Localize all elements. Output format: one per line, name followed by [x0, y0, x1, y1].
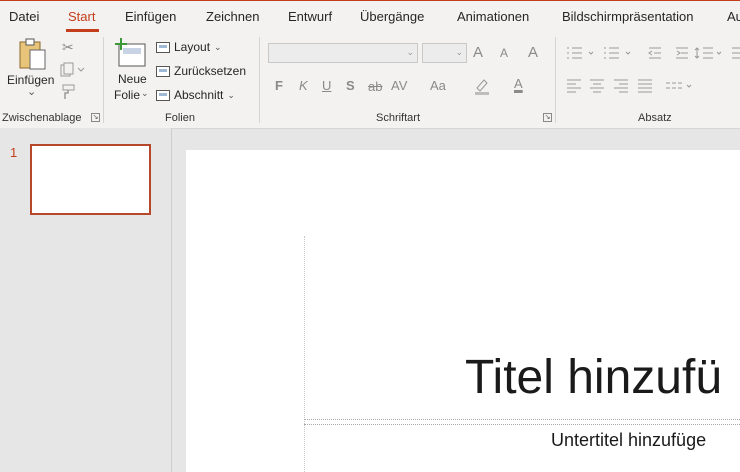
change-case-icon[interactable]: Aa [430, 78, 446, 93]
dialog-launcher-icon[interactable]: ↘ [91, 113, 100, 122]
layout-label: Layout [174, 40, 211, 54]
section-button[interactable]: Abschnitt ⌄ [156, 88, 235, 102]
reset-label: Zurücksetzen [174, 64, 247, 78]
ribbon: Einfügen ⌄ ✂ Zwischenablage ↘ Neue Folie… [0, 33, 740, 129]
ribbon-tab-bar: Datei Start Einfügen Zeichnen Entwurf Üb… [0, 0, 740, 34]
slide-thumbnail[interactable] [30, 144, 151, 215]
tab-datei[interactable]: Datei [9, 9, 39, 24]
paragraph-list-icons[interactable] [566, 45, 740, 61]
chevron-down-icon[interactable]: ⌄ [141, 88, 149, 99]
group-separator [555, 37, 556, 123]
format-painter-icon[interactable] [60, 84, 76, 100]
layout-icon [156, 41, 170, 53]
active-tab-indicator [66, 29, 99, 32]
reset-button[interactable]: Zurücksetzen [156, 64, 246, 78]
slide-title-placeholder[interactable]: Titel hinzufü [465, 350, 722, 405]
bold-icon[interactable]: F [275, 78, 283, 93]
tab-einfuegen[interactable]: Einfügen [125, 9, 176, 24]
paste-icon[interactable] [18, 38, 48, 72]
tab-animationen[interactable]: Animationen [457, 9, 529, 24]
shadow-icon[interactable]: S [346, 78, 355, 93]
character-spacing-icon[interactable]: AV [391, 78, 407, 93]
new-slide-label-line1[interactable]: Neue [118, 72, 147, 86]
font-color-icon[interactable]: A [514, 76, 523, 91]
tab-entwurf[interactable]: Entwurf [288, 9, 332, 24]
group-separator [103, 37, 104, 123]
clear-formatting-icon[interactable]: A [528, 44, 538, 61]
group-label-slides: Folien [165, 112, 195, 124]
reset-icon [156, 65, 170, 77]
placeholder-border [304, 419, 740, 420]
new-slide-icon[interactable] [115, 38, 147, 68]
grow-font-icon[interactable]: A [473, 44, 483, 61]
strikethrough-icon[interactable]: ab [368, 79, 382, 94]
placeholder-border [304, 424, 740, 425]
tab-ueberpruefen[interactable]: Au [727, 9, 740, 24]
section-label: Abschnitt [174, 88, 224, 102]
highlight-icon[interactable] [474, 77, 490, 95]
group-label-clipboard: Zwischenablage [2, 112, 82, 124]
chevron-down-icon: ⌄ [214, 41, 222, 52]
tab-start[interactable]: Start [68, 9, 95, 24]
italic-icon[interactable]: K [299, 78, 308, 93]
slide-subtitle-placeholder[interactable]: Untertitel hinzufüge [551, 430, 706, 451]
layout-button[interactable]: Layout ⌄ [156, 40, 222, 54]
tab-bildschirmpraesentation[interactable]: Bildschirmpräsentation [562, 9, 694, 24]
dialog-launcher-icon[interactable]: ↘ [543, 113, 552, 122]
chevron-down-icon: ⌄ [406, 47, 414, 57]
section-icon [156, 89, 170, 101]
font-name-combo[interactable]: ⌄ [268, 43, 418, 63]
tab-uebergaenge[interactable]: Übergänge [360, 9, 424, 24]
chevron-down-icon[interactable]: ⌄ [27, 85, 36, 98]
tab-zeichnen[interactable]: Zeichnen [206, 9, 259, 24]
group-label-font: Schriftart [376, 112, 421, 124]
group-separator [259, 37, 260, 123]
thumbnail-number: 1 [10, 145, 18, 160]
placeholder-guide [304, 236, 306, 472]
chevron-down-icon: ⌄ [227, 89, 235, 100]
underline-icon[interactable]: U [322, 78, 331, 93]
copy-icon[interactable] [60, 62, 86, 78]
cut-icon[interactable]: ✂ [62, 39, 74, 56]
font-size-combo[interactable]: ⌄ [422, 43, 467, 63]
new-slide-label-line2[interactable]: Folie [114, 88, 140, 102]
shrink-font-icon[interactable]: A [500, 46, 508, 60]
alignment-icons[interactable] [566, 79, 706, 93]
chevron-down-icon: ⌄ [455, 47, 463, 57]
group-label-paragraph: Absatz [638, 112, 672, 124]
